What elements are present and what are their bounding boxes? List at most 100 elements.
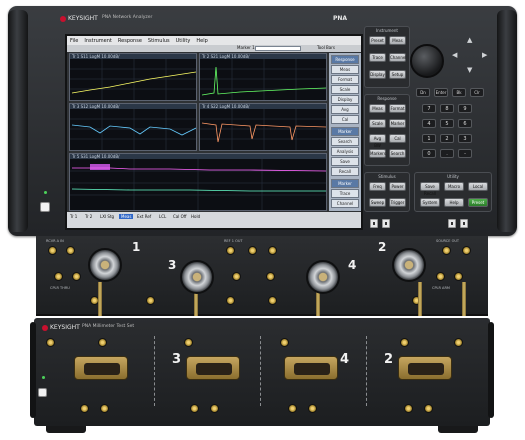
back-key[interactable]: Bk [452,88,466,97]
rotary-knob[interactable] [410,44,444,78]
sma-connector[interactable] [232,272,241,281]
meas-key[interactable]: Meas [369,104,386,113]
display-screen[interactable]: File Instrument Response Stimulus Utilit… [65,34,363,230]
sma-connector[interactable] [100,404,109,413]
search-key[interactable]: Search [389,149,406,158]
trigger-key[interactable]: Trigger [389,198,406,207]
status-item[interactable]: Tr 2 [85,214,92,219]
test-port-3-connector[interactable] [180,260,214,294]
sma-connector[interactable] [146,296,155,305]
sma-connector[interactable] [404,404,413,413]
help-key[interactable]: Help [444,198,464,207]
sma-connector[interactable] [80,404,89,413]
head-connector-4[interactable] [284,356,338,380]
trace-window-2[interactable]: Tr 2 S21 LogM 10.00dB/ [199,53,327,101]
usb-port-4[interactable] [460,219,468,228]
status-item[interactable]: LXI Stg [100,214,114,219]
softkey[interactable]: Trace [331,189,359,198]
sma-connector[interactable] [226,296,235,305]
decimal-key[interactable]: . [440,149,454,158]
sma-connector[interactable] [462,246,471,255]
sma-connector[interactable] [424,404,433,413]
sma-connector[interactable] [454,272,463,281]
minus-key[interactable]: - [458,149,472,158]
usb-port-3[interactable] [448,219,456,228]
sweep-key[interactable]: Sweep [369,198,386,207]
head-connector-1[interactable] [74,356,128,380]
softkey[interactable]: Channel [331,199,359,208]
head-connector-2[interactable] [398,356,452,380]
sma-connector[interactable] [248,246,257,255]
digit-key[interactable]: 2 [440,134,454,143]
sma-connector[interactable] [184,338,193,347]
meas-key[interactable]: Meas [389,36,406,45]
marker-key[interactable]: Marker [389,119,406,128]
channel-key[interactable]: Channel [389,53,406,62]
softkey[interactable]: Avg [331,105,359,114]
freq-key[interactable]: Freq [369,182,386,191]
trace-window-1[interactable]: Tr 1 S11 LogM 10.00dB/ [69,53,197,101]
digit-key[interactable]: 3 [458,134,472,143]
up-arrow-icon[interactable]: ▲ [467,36,472,44]
status-item[interactable]: Hold [191,214,200,219]
menu-response[interactable]: Response [118,38,142,44]
digit-key[interactable]: 0 [422,149,436,158]
digit-key[interactable]: 8 [440,104,454,113]
sma-connector[interactable] [48,246,57,255]
menu-help[interactable]: Help [196,38,207,44]
menu-stimulus[interactable]: Stimulus [148,38,170,44]
avg-bw-key[interactable]: Avg BW [369,134,386,148]
trace-window-3[interactable]: Tr 3 S12 LogM 10.00dB/ [69,103,197,151]
menu-file[interactable]: File [70,38,78,44]
down-arrow-icon[interactable]: ▼ [467,66,472,74]
sma-connector[interactable] [268,296,277,305]
enter-key[interactable]: Enter [434,88,448,97]
softkey[interactable]: Display [331,95,359,104]
softkey[interactable]: Scale [331,85,359,94]
test-port-2-connector[interactable] [392,248,426,282]
softkey[interactable]: Recall [331,167,359,176]
digit-key[interactable]: 6 [458,119,472,128]
sma-connector[interactable] [280,338,289,347]
usb-port-2[interactable] [382,219,390,228]
preset-green-key[interactable]: Preset [468,198,488,207]
macro-key[interactable]: Macro [444,182,464,191]
sma-connector[interactable] [54,272,63,281]
trace-window-4[interactable]: Tr 4 S22 LogM 10.00dB/ [199,103,327,151]
down-key[interactable]: Dn [416,88,430,97]
test-port-1-connector[interactable] [88,248,122,282]
sma-connector[interactable] [72,272,81,281]
markers-key[interactable]: Markers [369,149,386,158]
cal-key[interactable]: Cal [389,134,406,143]
digit-key[interactable]: 4 [422,119,436,128]
right-arrow-icon[interactable]: ▶ [482,51,487,59]
softkey[interactable]: Analysis [331,147,359,156]
scale-key[interactable]: Scale [369,119,386,128]
clear-key[interactable]: Clr [470,88,484,97]
local-key[interactable]: Local [468,182,488,191]
status-item[interactable]: Tr 1 [70,214,77,219]
status-item-active[interactable]: Meas [119,214,134,219]
display-key[interactable]: Display [369,70,386,79]
power-button[interactable] [40,202,50,212]
sma-connector[interactable] [66,246,75,255]
menu-instrument[interactable]: Instrument [84,38,112,44]
toolbars-label[interactable]: Tool Bars [317,45,335,50]
softkey[interactable]: Cal [331,115,359,124]
digit-key[interactable]: 5 [440,119,454,128]
trace-key[interactable]: Trace [369,53,386,62]
marker-field[interactable] [255,46,301,51]
left-arrow-icon[interactable]: ◀ [452,51,457,59]
test-set-power-button[interactable] [38,388,47,397]
setup-key[interactable]: Setup [389,70,406,79]
sma-connector[interactable] [268,246,277,255]
sma-connector[interactable] [436,272,445,281]
softkey[interactable]: Meas [331,65,359,74]
sma-connector[interactable] [98,338,107,347]
usb-port-1[interactable] [370,219,378,228]
sma-connector[interactable] [400,338,409,347]
head-connector-3[interactable] [186,356,240,380]
sma-connector[interactable] [288,404,297,413]
sma-connector[interactable] [442,246,451,255]
softkey[interactable]: Save [331,157,359,166]
